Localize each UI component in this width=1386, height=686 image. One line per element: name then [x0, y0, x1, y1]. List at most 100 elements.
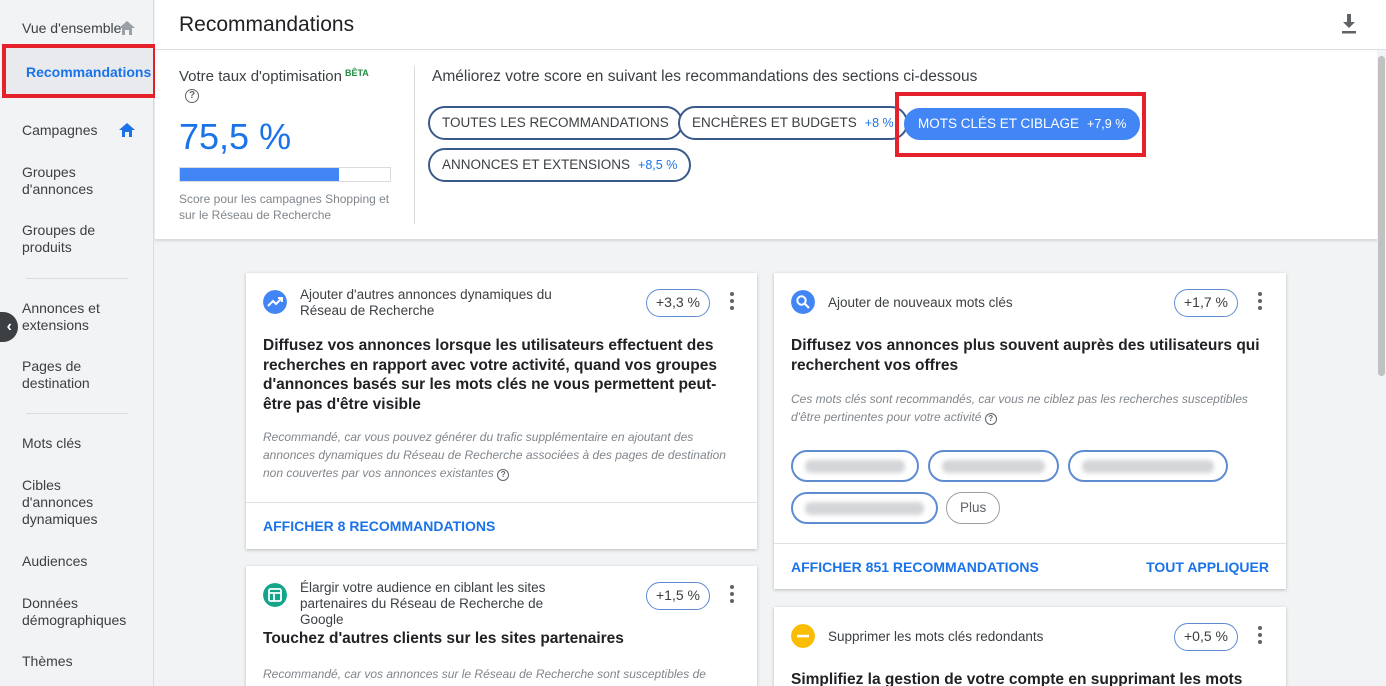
filter-chip-label: ANNONCES ET EXTENSIONS	[442, 157, 631, 172]
keyword-chip[interactable]	[791, 492, 938, 524]
sidebar-item-audiences[interactable]: Audiences	[22, 553, 145, 570]
sidebar-item-campaigns[interactable]: Campagnes	[22, 122, 145, 139]
scrollbar[interactable]	[1377, 50, 1386, 686]
recommendation-card-redundant-keywords: Supprimer les mots clés redondants +0,5 …	[774, 607, 1286, 686]
sidebar-item-keywords[interactable]: Mots clés	[22, 435, 145, 452]
sidebar-item-label: Pages de destination	[22, 358, 90, 391]
filter-chip-bids-budgets[interactable]: ENCHÈRES ET BUDGETS +8 %	[678, 106, 908, 140]
card-separator	[774, 543, 1286, 544]
apply-all-button[interactable]: TOUT APPLIQUER	[1146, 559, 1269, 575]
page-header: Recommandations	[155, 0, 1386, 50]
more-options-icon[interactable]	[1258, 292, 1262, 310]
more-options-icon[interactable]	[730, 292, 734, 310]
optimization-score-label-text: Votre taux d'optimisation	[179, 68, 342, 85]
optimization-score-panel: Votre taux d'optimisation BÊTA ? 75,5 % S…	[155, 50, 1386, 240]
blurred-keyword	[942, 460, 1045, 473]
sidebar-item-label: Groupes de produits	[22, 222, 96, 255]
home-icon	[119, 123, 135, 137]
card-heading: Supprimer les mots clés redondants	[828, 629, 1044, 644]
sidebar-item-product-groups[interactable]: Groupes de produits	[22, 222, 112, 256]
sidebar-item-topics[interactable]: Thèmes	[22, 653, 145, 670]
blurred-keyword	[805, 460, 905, 473]
sidebar-item-label: Recommandations	[26, 64, 152, 80]
divider	[414, 66, 415, 224]
more-options-icon[interactable]	[730, 585, 734, 603]
score-delta-badge: +0,5 %	[1174, 623, 1238, 651]
filter-chip-label: ENCHÈRES ET BUDGETS	[692, 115, 857, 130]
filter-chip-delta: +8,5 %	[638, 158, 678, 172]
info-icon[interactable]: ?	[497, 469, 510, 481]
card-reason: Recommandé, car vous pouvez générer du t…	[263, 428, 733, 482]
sidebar-item-label: Annonces et extensions	[22, 300, 100, 333]
scrollbar-thumb[interactable]	[1378, 56, 1385, 376]
sidebar-item-label: Thèmes	[22, 653, 73, 669]
keyword-chip[interactable]	[928, 450, 1059, 482]
beta-badge: BÊTA	[344, 68, 369, 78]
recommendation-card-dynamic-ads: Ajouter d'autres annonces dynamiques du …	[246, 273, 757, 549]
optimization-score-label: Votre taux d'optimisation BÊTA	[179, 68, 369, 85]
card-separator	[246, 502, 757, 503]
score-delta-badge: +1,5 %	[646, 582, 710, 610]
view-recommendations-link[interactable]: AFFICHER 8 RECOMMANDATIONS	[263, 518, 495, 534]
sidebar-item-label: Données démographiques	[22, 595, 127, 628]
filter-chip-label: TOUTES LES RECOMMANDATIONS	[442, 115, 669, 130]
sidebar-item-label: Audiences	[22, 553, 88, 569]
sidebar-item-demographics[interactable]: Données démographiques	[22, 595, 132, 629]
optimization-score-bar-fill	[180, 168, 339, 181]
chevron-left-icon: ‹	[6, 318, 12, 335]
card-title: Touchez d'autres clients sur les sites p…	[263, 630, 624, 647]
card-heading: Élargir votre audience en ciblant les si…	[300, 580, 546, 627]
sidebar-divider	[26, 413, 128, 414]
collapse-sidebar-button[interactable]: ‹	[0, 312, 18, 342]
score-delta-badge: +1,7 %	[1174, 289, 1238, 317]
download-icon[interactable]	[1340, 14, 1358, 34]
card-reason-text: Recommandé, car vous pouvez générer du t…	[263, 430, 726, 480]
filter-chip-all[interactable]: TOUTES LES RECOMMANDATIONS	[428, 106, 683, 140]
card-title: Diffusez vos annonces plus souvent auprè…	[791, 337, 1260, 374]
filters-intro: Améliorez votre score en suivant les rec…	[432, 68, 978, 85]
trending-up-icon	[263, 290, 287, 314]
page-title: Recommandations	[179, 13, 355, 36]
home-icon	[119, 21, 135, 35]
sidebar-item-dynamic-ad-targets[interactable]: Cibles d'annonces dynamiques	[22, 477, 102, 528]
card-reason: Recommandé, car vos annonces sur le Rése…	[263, 667, 706, 681]
score-delta-badge: +3,3 %	[646, 289, 710, 317]
view-recommendations-link[interactable]: AFFICHER 851 RECOMMANDATIONS	[791, 559, 1039, 575]
sidebar-item-label: Campagnes	[22, 122, 98, 138]
filter-chip-delta: +8 %	[864, 116, 894, 130]
keyword-chip[interactable]	[791, 450, 919, 482]
sidebar-item-label: Mots clés	[22, 435, 82, 451]
keyword-chip[interactable]	[1068, 450, 1228, 482]
sidebar-item-overview[interactable]: Vue d'ensemble	[22, 20, 145, 37]
sidebar-item-recommendations[interactable]: Recommandations	[2, 44, 157, 98]
sidebar-item-label: Vue d'ensemble	[22, 20, 122, 36]
card-title: Diffusez vos annonces lorsque les utilis…	[263, 337, 717, 413]
filter-chip-ads-extensions[interactable]: ANNONCES ET EXTENSIONS +8,5 %	[428, 148, 692, 182]
sidebar-item-label: Groupes d'annonces	[22, 164, 94, 197]
search-icon	[791, 290, 815, 314]
sidebar-item-landing-pages[interactable]: Pages de destination	[22, 358, 102, 392]
help-icon[interactable]: ?	[185, 89, 199, 103]
optimization-score-bar	[179, 167, 391, 182]
card-reason: Ces mots clés sont recommandés, car vous…	[791, 390, 1276, 426]
card-title: Simplifiez la gestion de votre compte en…	[791, 671, 1243, 686]
recommendation-card-new-keywords: Ajouter de nouveaux mots clés +1,7 % Dif…	[774, 273, 1286, 589]
sidebar-item-ads-extensions[interactable]: Annonces et extensions	[22, 300, 112, 334]
optimization-score-value: 75,5 %	[179, 116, 292, 157]
web-partners-icon	[263, 583, 287, 607]
blurred-keyword	[805, 502, 924, 515]
info-icon[interactable]: ?	[984, 413, 997, 425]
more-options-icon[interactable]	[1258, 626, 1262, 644]
sidebar-item-ad-groups[interactable]: Groupes d'annonces	[22, 164, 102, 198]
optimization-score-note: Score pour les campagnes Shopping et sur…	[179, 192, 390, 222]
sidebar-divider	[26, 278, 128, 279]
blurred-keyword	[1082, 460, 1214, 473]
recommendation-card-search-partners: Élargir votre audience en ciblant les si…	[246, 566, 757, 686]
sidebar-item-label: Cibles d'annonces dynamiques	[22, 477, 98, 527]
card-reason-text: Ces mots clés sont recommandés, car vous…	[791, 392, 1248, 424]
highlight-annotation	[895, 92, 1146, 157]
sidebar: Vue d'ensemble Recommandations Campagnes…	[0, 0, 157, 686]
remove-circle-icon	[791, 624, 815, 648]
more-keywords-chip[interactable]: Plus	[946, 492, 1001, 524]
card-heading: Ajouter d'autres annonces dynamiques du …	[300, 287, 552, 318]
